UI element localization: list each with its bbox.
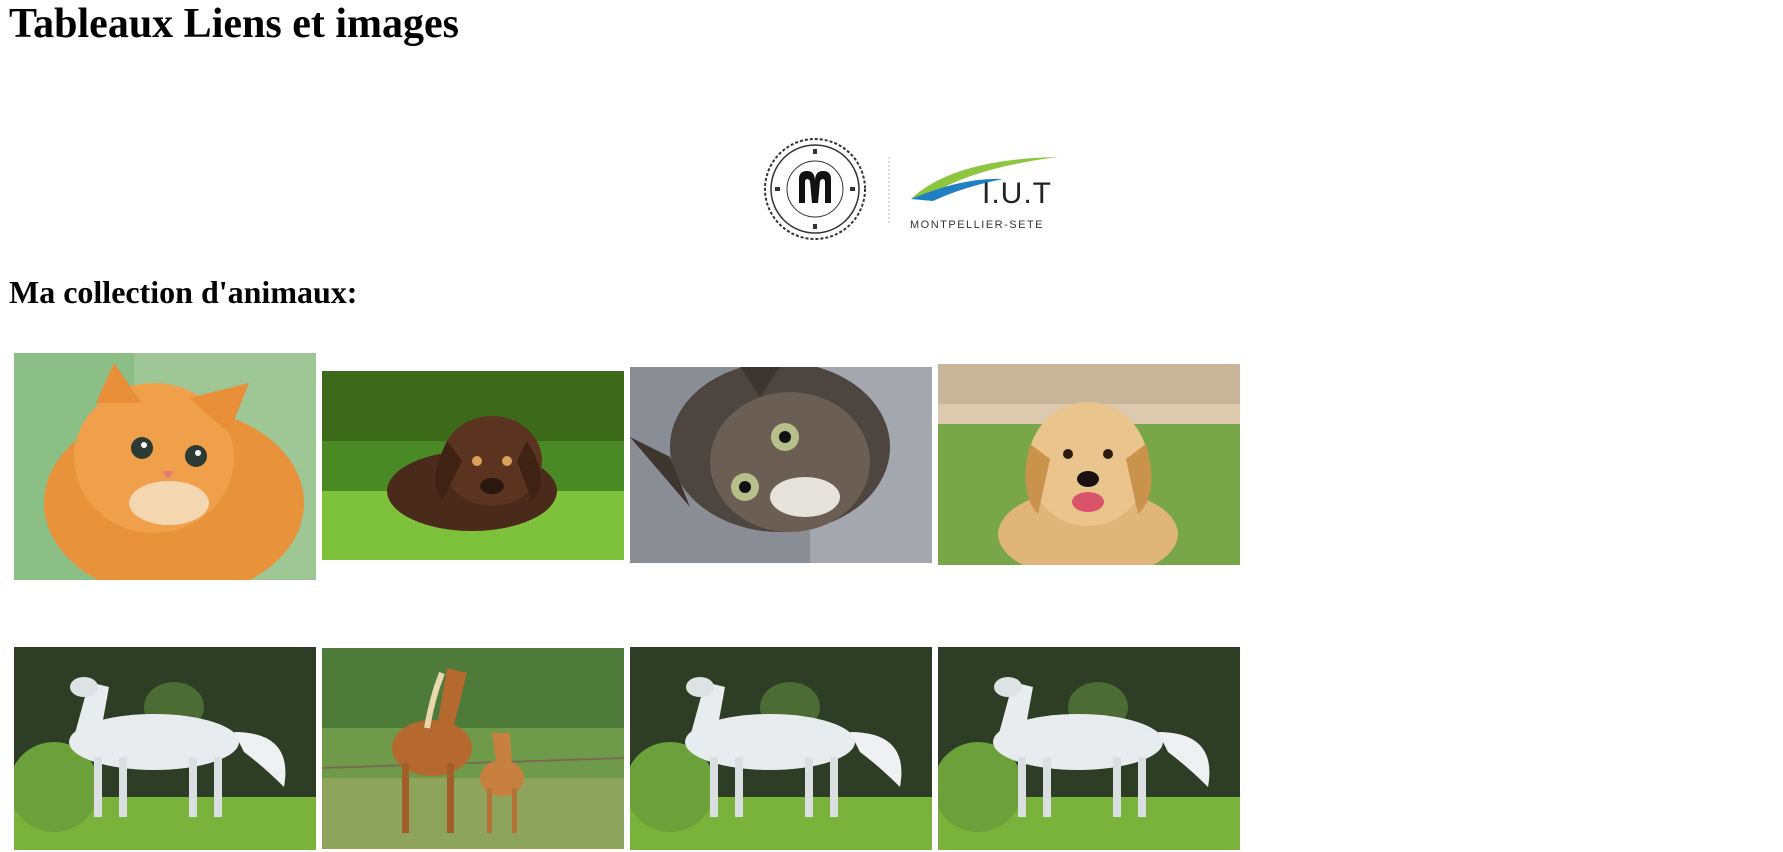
horse-and-foal-photo[interactable]: [322, 648, 624, 849]
logos-banner: I.U.T MONTPELLIER-SETE: [763, 137, 1058, 242]
iut-brand-text: I.U.T: [982, 177, 1052, 210]
white-horse-photo-1[interactable]: [14, 647, 316, 850]
orange-kitten-photo[interactable]: [14, 353, 316, 580]
white-horse-photo-2[interactable]: [630, 647, 932, 850]
universite-montpellier-seal-icon: [764, 138, 866, 240]
brown-puppy-photo[interactable]: [322, 371, 624, 560]
golden-retriever-photo[interactable]: [938, 364, 1240, 565]
page-title: Tableaux Liens et images: [9, 1, 459, 47]
iut-subtitle: MONTPELLIER-SETE: [910, 219, 1045, 231]
tabby-kitten-photo[interactable]: [630, 367, 932, 563]
section-heading: Ma collection d'animaux:: [9, 274, 358, 310]
white-horse-photo-3[interactable]: [938, 647, 1240, 850]
